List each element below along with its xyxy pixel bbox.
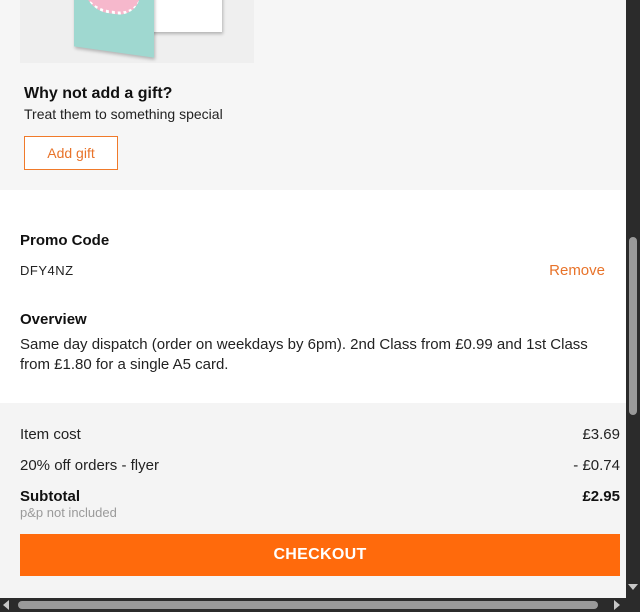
vertical-scrollbar-thumb[interactable] (629, 237, 637, 415)
item-cost-label: Item cost (20, 426, 81, 443)
remove-promo-link[interactable]: Remove (549, 262, 605, 279)
checkout-button[interactable]: CHECKOUT (20, 534, 620, 576)
card-envelope (150, 0, 222, 32)
discount-label: 20% off orders - flyer (20, 457, 159, 474)
promo-code-value: DFY4NZ (20, 263, 74, 278)
card-thumbnail[interactable] (20, 0, 254, 63)
horizontal-scrollbar-thumb[interactable] (18, 601, 598, 609)
overview-text: Same day dispatch (order on weekdays by … (20, 336, 588, 373)
overview-title: Overview (20, 311, 87, 328)
gift-subtitle: Treat them to something special (24, 106, 223, 122)
order-totals: Item cost £3.69 20% off orders - flyer -… (0, 403, 626, 598)
scroll-right-arrow-icon[interactable] (614, 600, 620, 610)
basket-page: Why not add a gift? Treat them to someth… (0, 0, 626, 598)
gift-title: Why not add a gift? (24, 85, 173, 102)
subtotal-value: £2.95 (582, 488, 620, 505)
discount-value: - £0.74 (573, 457, 620, 474)
gift-section: Why not add a gift? Treat them to someth… (0, 0, 626, 190)
scroll-left-arrow-icon[interactable] (3, 600, 9, 610)
scroll-down-arrow-icon[interactable] (628, 584, 638, 590)
add-gift-button[interactable]: Add gift (24, 136, 118, 170)
item-cost-value: £3.69 (582, 426, 620, 443)
horizontal-scrollbar[interactable] (0, 598, 640, 612)
vertical-scrollbar[interactable] (626, 0, 640, 598)
scrollbar-corner (626, 598, 640, 612)
postage-note: p&p not included (20, 505, 117, 520)
card-front (74, 0, 154, 58)
promo-code-title: Promo Code (20, 232, 110, 249)
subtotal-label: Subtotal (20, 488, 80, 505)
cake-illustration (84, 0, 140, 18)
